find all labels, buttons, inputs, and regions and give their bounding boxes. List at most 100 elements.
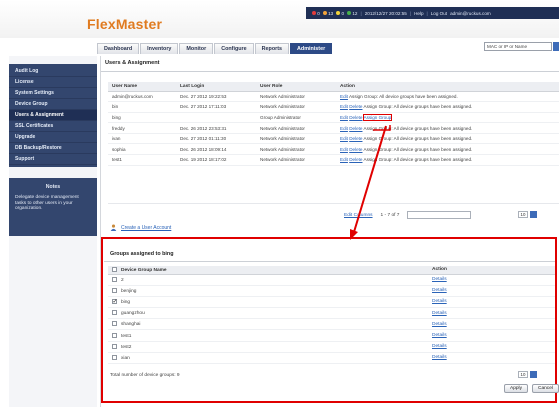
divider <box>104 261 555 262</box>
edit-link[interactable]: Edit <box>340 115 348 120</box>
edit-link[interactable]: Edit <box>340 157 348 162</box>
sidebar-item-users-assignment[interactable]: Users & Assignment <box>9 110 97 121</box>
last-login: Dec. 26 2012 18:09:14 <box>176 143 256 156</box>
tab-inventory[interactable]: Inventory <box>140 43 179 54</box>
logout-link[interactable]: Log Out <box>431 11 447 16</box>
search-input[interactable]: MAC or IP or Name <box>484 42 552 51</box>
sidebar-item-system-settings[interactable]: System Settings <box>9 88 97 99</box>
help-link[interactable]: Help <box>414 11 423 16</box>
user-name: sophia <box>108 143 176 156</box>
user-name: ivan <box>108 133 176 145</box>
table-row: bin Dec. 27 2012 17:11:03 Network Admini… <box>108 101 559 113</box>
group-name-cell: test1 <box>108 329 428 342</box>
tab-dashboard[interactable]: Dashboard <box>97 43 140 54</box>
details-link[interactable]: Details <box>432 355 447 360</box>
column-header-user-role[interactable]: User Role <box>256 82 336 92</box>
tab-configure[interactable]: Configure <box>214 43 254 54</box>
edit-link[interactable]: Edit <box>340 147 348 152</box>
pagination-info: 1 - 7 of 7 <box>380 212 400 218</box>
group-action-cell: Details <box>428 296 555 309</box>
alarm-critical[interactable]: 0 <box>312 10 320 16</box>
page-nav-button[interactable] <box>530 371 537 378</box>
edit-link[interactable]: Edit <box>340 136 348 141</box>
cancel-button[interactable]: Cancel <box>532 384 559 393</box>
alarm-minor[interactable]: 0 <box>336 10 344 16</box>
groups-page-size: 10 <box>518 371 537 378</box>
page-nav-button[interactable] <box>530 211 537 218</box>
group-action-cell: Details <box>428 352 555 365</box>
group-name-cell: bing <box>108 296 428 309</box>
create-user-link[interactable]: Create a User Account <box>121 225 171 231</box>
details-link[interactable]: Details <box>432 299 447 304</box>
delete-link[interactable]: Delete <box>349 157 362 162</box>
tab-administer[interactable]: Administer <box>290 43 333 54</box>
group-checkbox[interactable] <box>112 355 117 361</box>
alarm-dot-icon <box>322 10 327 15</box>
group-name-cell: xian <box>108 352 428 365</box>
select-all-checkbox[interactable] <box>112 266 117 272</box>
groups-title: Groups assigned to bing <box>110 251 174 257</box>
group-checkbox[interactable] <box>112 332 117 338</box>
sidebar-item-support[interactable]: Support <box>9 154 97 165</box>
details-link[interactable]: Details <box>432 333 447 338</box>
assign-group-link[interactable]: Assign Group <box>362 113 393 121</box>
user-role: Network Administrator <box>256 101 336 113</box>
sidebar-item-license[interactable]: License <box>9 77 97 88</box>
search-button[interactable] <box>553 42 559 51</box>
edit-link[interactable]: Edit <box>340 126 348 131</box>
delete-link[interactable]: Delete <box>349 104 362 109</box>
group-checkbox[interactable] <box>112 287 117 293</box>
group-checkbox[interactable] <box>112 343 117 349</box>
delete-link[interactable]: Delete <box>349 126 362 131</box>
details-link[interactable]: Details <box>432 322 447 327</box>
details-link[interactable]: Details <box>432 311 447 316</box>
user-role: Group Administrator <box>256 112 336 124</box>
page-size-select[interactable]: 10 <box>518 371 528 378</box>
user-role: Network Administrator <box>256 122 336 134</box>
user-role: Network Administrator <box>256 91 336 103</box>
group-checkbox[interactable] <box>112 321 117 327</box>
delete-link[interactable]: Delete <box>349 136 362 141</box>
user-role: Network Administrator <box>256 143 336 156</box>
delete-link[interactable]: Delete <box>349 115 362 120</box>
group-checkbox[interactable] <box>112 276 117 282</box>
row-actions: Edit Delete Assign Group <box>336 112 559 124</box>
alarm-major[interactable]: 13 <box>322 10 333 16</box>
page-size-select[interactable]: 10 <box>518 211 528 218</box>
last-login: Dec. 27 2012 19:22:53 <box>176 91 256 103</box>
group-checkbox[interactable] <box>112 310 117 316</box>
column-header-user-name[interactable]: User Name <box>108 82 176 92</box>
tab-monitor[interactable]: Monitor <box>179 43 214 54</box>
group-checkbox[interactable] <box>112 298 118 305</box>
tab-reports[interactable]: Reports <box>254 43 290 54</box>
sidebar-item-audit-log[interactable]: Audit Log <box>9 66 97 77</box>
group-name-cell: guangzhou <box>108 307 428 320</box>
edit-link[interactable]: Edit <box>340 104 348 109</box>
details-link[interactable]: Details <box>432 288 447 293</box>
table-row: admin@ruckus.com Dec. 27 2012 19:22:53 N… <box>108 91 559 103</box>
last-login: Dec. 26 2012 23:53:31 <box>176 122 256 134</box>
delete-link[interactable]: Delete <box>349 147 362 152</box>
sidebar-item-device-group[interactable]: Device Group <box>9 99 97 110</box>
filter-input[interactable] <box>407 211 472 219</box>
alarm-ok[interactable]: 12 <box>347 10 358 16</box>
sidebar-item-upgrade[interactable]: Upgrade <box>9 132 97 143</box>
edit-link[interactable]: Edit <box>340 94 348 99</box>
assign-group-note: Assign Group: All device groups have bee… <box>363 125 473 131</box>
column-header-last-login[interactable]: Last Login <box>176 82 256 92</box>
sidebar-item-db-backup[interactable]: DB Backup/Restore <box>9 143 97 154</box>
details-link[interactable]: Details <box>432 277 447 282</box>
alarm-dot-icon <box>312 10 316 15</box>
assign-group-note: Assign Group: All device groups have bee… <box>363 136 473 142</box>
group-name-cell: shanghai <box>108 318 428 331</box>
apply-button[interactable]: Apply <box>504 384 528 393</box>
user-name: test1 <box>108 154 176 166</box>
sidebar: Audit Log License System Settings Device… <box>9 56 97 407</box>
edit-columns-link[interactable]: Edit Columns <box>344 213 373 218</box>
table-header-row: Device Group Name Action <box>108 266 555 275</box>
details-link[interactable]: Details <box>432 344 447 349</box>
table-row: freddy Dec. 26 2012 23:53:31 Network Adm… <box>108 122 559 134</box>
user-role: Network Administrator <box>256 154 336 166</box>
user-role: Network Administrator <box>256 133 336 145</box>
sidebar-item-ssl-certificates[interactable]: SSL Certificates <box>9 121 97 132</box>
